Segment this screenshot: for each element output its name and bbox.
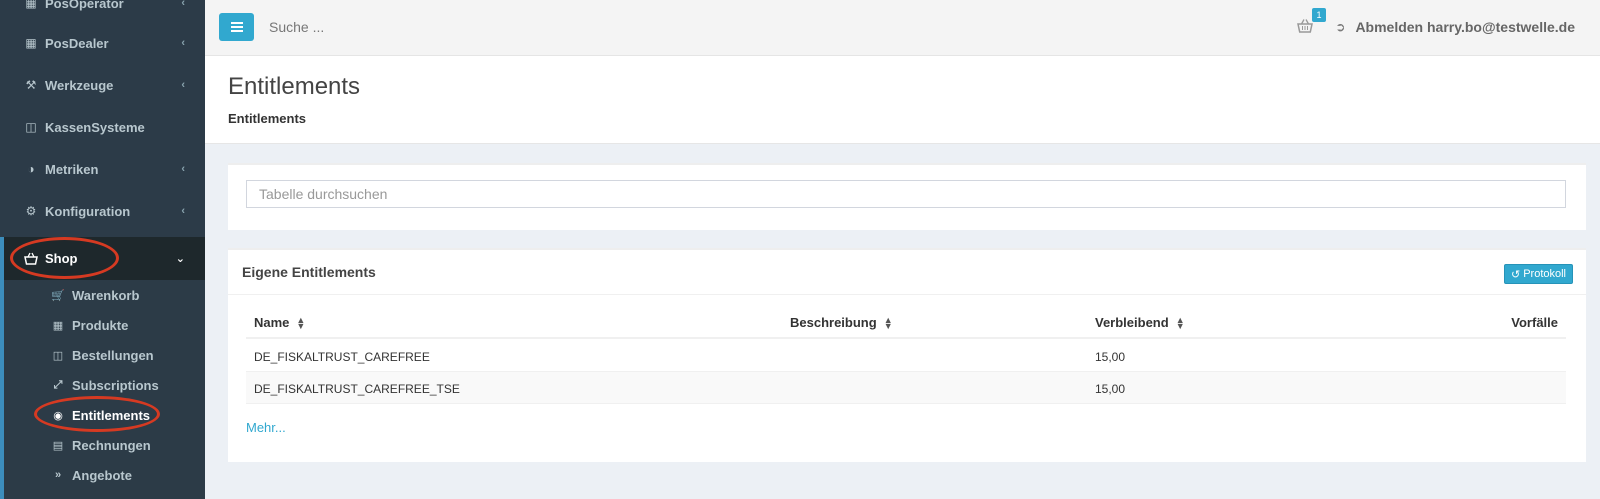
sidebar-item-kassensysteme[interactable]: ◫ KassenSysteme [0,106,205,148]
sidebar-subitem-bestellungen[interactable]: ◫ Bestellungen [4,340,205,370]
sidebar-subitem-warenkorb[interactable]: 🛒 Warenkorb [4,280,205,310]
sidebar: ▦ PosOperator ‹ ▦ PosDealer ‹ ⚒ Werkzeug… [0,0,205,499]
cell-name: DE_FISKALTRUST_CAREFREE [254,350,430,364]
sidebar-subitem-label: Rechnungen [72,437,151,453]
sort-icon: ▲ ▼ [296,314,306,331]
sidebar-subitem-label: Subscriptions [72,377,159,393]
sort-icon: ▲ ▼ [1175,314,1185,331]
sidebar-item-label: KassenSysteme [45,119,145,135]
dot-circle-icon: ◉ [53,409,63,422]
column-label: Verbleibend [1095,315,1169,330]
cell-remaining: 15,00 [1095,382,1126,396]
box-title: Eigene Entitlements [242,264,376,280]
column-label: Beschreibung [790,315,877,330]
table-row[interactable]: DE_FISKALTRUST_CAREFREE_TSE 15,00 [246,372,1566,404]
sidebar-item-label: Metriken [45,161,99,177]
sidebar-item-label: Konfiguration [45,203,131,219]
sidebar-item-posdealer[interactable]: ▦ PosDealer ‹ [0,22,205,64]
chevron-down-icon: ⌄ [175,253,185,265]
chevron-left-icon: ‹ [181,79,185,91]
file-text-icon: ▤ [52,439,64,452]
table-row[interactable]: DE_FISKALTRUST_CAREFREE 15,00 [246,340,1566,372]
search-input[interactable]: Suche ... [269,19,324,35]
gears-icon: ⚙ [25,204,37,218]
sidebar-item-metriken[interactable]: ◑ Metriken ‹ [0,148,205,190]
table-search-box [228,163,1586,230]
page-title: Entitlements [228,73,361,100]
box-header: Eigene Entitlements ↺ Protokoll [228,250,1586,295]
suitcase-icon: ◫ [52,349,64,362]
sidebar-toggle-button[interactable] [219,13,254,41]
sidebar-item-posoperator[interactable]: ▦ PosOperator ‹ [0,0,205,24]
breadcrumb: Entitlements [228,111,307,126]
cell-remaining: 15,00 [1095,350,1126,364]
cart-count-badge: 1 [1312,8,1326,22]
sidebar-item-label: PosOperator [45,0,124,11]
column-header-incidents[interactable]: Vorfälle [1511,315,1558,330]
sidebar-subitem-angebote[interactable]: » Angebote [4,460,205,490]
sort-icon: ▲ ▼ [883,314,893,331]
sidebar-subitem-entitlements[interactable]: ◉ Entitlements [4,400,205,430]
column-header-remaining[interactable]: Verbleibend ▲ ▼ [1095,315,1185,330]
protokoll-button[interactable]: ↺ Protokoll [1503,264,1573,284]
building-icon: ▦ [25,36,37,50]
pie-chart-icon: ◑ [27,162,35,176]
sidebar-subitem-label: Warenkorb [72,287,140,303]
entitlements-box: Eigene Entitlements ↺ Protokoll Name ▲ ▼ … [228,248,1586,462]
shopping-basket-icon [23,251,39,267]
sidebar-item-werkzeuge[interactable]: ⚒ Werkzeuge ‹ [0,64,205,106]
more-link[interactable]: Mehr... [246,420,286,435]
sidebar-item-label: Shop [45,251,78,266]
sidebar-subitem-produkte[interactable]: ▦ Produkte [4,310,205,340]
sidebar-item-label: Werkzeuge [45,77,114,93]
sidebar-item-konfiguration[interactable]: ⚙ Konfiguration ‹ [0,190,205,232]
chevron-left-icon: ‹ [181,163,185,175]
topbar: Suche ... 1 ➲ Abmelden harry.bo@testwell… [205,0,1600,56]
table-header: Name ▲ ▼ Beschreibung ▲ ▼ Verbleibend ▲ ▼ V… [246,306,1566,339]
logout-label: Abmelden harry.bo@testwelle.de [1355,19,1575,35]
briefcase-icon: ◫ [25,120,37,134]
shop-submenu: 🛒 Warenkorb ▦ Produkte ◫ Bestellungen ⤢ … [0,280,205,499]
sidebar-subitem-subscriptions[interactable]: ⤢ Subscriptions [4,370,205,400]
sidebar-subitem-label: Angebote [72,467,132,483]
content-header: Entitlements Entitlements [205,56,1600,144]
building-icon: ▦ [25,0,37,10]
protokoll-label: Protokoll [1523,268,1566,280]
column-label: Vorfälle [1511,315,1558,330]
sidebar-item-shop[interactable]: Shop ⌄ [0,237,205,280]
cell-name: DE_FISKALTRUST_CAREFREE_TSE [254,382,460,396]
history-icon: ↺ [1510,268,1521,281]
chevron-left-icon: ‹ [181,205,185,217]
calculator-icon: ▦ [52,319,64,332]
sidebar-subitem-rechnungen[interactable]: ▤ Rechnungen [4,430,205,460]
hamburger-icon [230,22,243,32]
chevron-left-icon: ‹ [181,0,185,9]
shopping-cart-icon: 🛒 [51,289,65,302]
column-header-name[interactable]: Name ▲ ▼ [254,315,305,330]
compress-icon: ⤢ [53,378,63,391]
sidebar-item-label: PosDealer [45,35,109,51]
sidebar-subitem-label: Bestellungen [72,347,154,363]
chevron-left-icon: ‹ [181,37,185,49]
wrench-icon: ⚒ [25,78,37,92]
sidebar-subitem-label: Produkte [72,317,129,333]
column-header-description[interactable]: Beschreibung ▲ ▼ [790,315,893,330]
table-search-input[interactable] [246,180,1566,208]
logout-link[interactable]: ➲ Abmelden harry.bo@testwelle.de [1335,19,1575,35]
sign-out-icon: ➲ [1335,20,1346,34]
sidebar-subitem-label: Entitlements [72,407,151,423]
angle-double-right-icon: » [54,469,62,481]
column-label: Name [254,315,290,330]
